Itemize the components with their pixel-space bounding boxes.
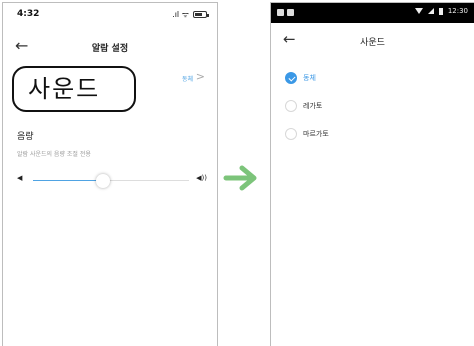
status-time: 12:30 xyxy=(447,7,468,15)
status-icons: .ıl ᯤ xyxy=(172,9,209,20)
sound-option-label: 레가토 xyxy=(303,102,323,110)
slider-fill xyxy=(33,180,104,181)
sound-option[interactable]: 마르가토 xyxy=(285,127,329,141)
alarm-settings-screen: 4:32 .ıl ᯤ ← 알람 설정 사운드 동체 > 음량 알람 사운드의 음… xyxy=(2,2,218,346)
notification-icon xyxy=(277,9,284,16)
radio-icon[interactable] xyxy=(285,100,297,112)
volume-description: 알람 사운드의 음량 조절 전용 xyxy=(17,151,91,158)
wifi-icon xyxy=(414,8,423,14)
status-time: 4:32 xyxy=(17,9,40,19)
image-icon xyxy=(287,9,294,16)
radio-check-icon[interactable] xyxy=(285,72,297,84)
page-title: 사운드 xyxy=(360,38,385,48)
battery-icon xyxy=(193,11,209,18)
sound-current-value[interactable]: 동체 xyxy=(182,74,193,83)
slider-knob[interactable] xyxy=(96,174,111,188)
page-title: 알람 설정 xyxy=(91,44,129,54)
status-bar: 4:32 .ıl ᯤ xyxy=(3,3,217,27)
nav-bar: ← 사운드 xyxy=(271,31,474,51)
signal-icon xyxy=(427,8,434,14)
slider-track[interactable] xyxy=(33,174,189,188)
signal-wifi-icon: .ıl ᯤ xyxy=(172,10,189,19)
sound-option-label: 마르가토 xyxy=(303,130,329,138)
status-bar: 12:30 xyxy=(271,3,474,23)
radio-icon[interactable] xyxy=(285,128,297,140)
battery-icon xyxy=(438,7,443,15)
volume-low-icon: ◀ xyxy=(17,174,23,182)
nav-bar: ← 알람 설정 xyxy=(3,35,217,61)
sound-option[interactable]: 동체 xyxy=(285,71,316,85)
volume-title: 음량 xyxy=(17,132,34,142)
volume-slider[interactable]: ◀ ◀)) xyxy=(17,173,207,189)
sound-option-label: 동체 xyxy=(303,74,316,82)
volume-high-icon: ◀)) xyxy=(196,174,207,182)
sound-select-screen: 12:30 ← 사운드 동체 레가토 마르가토 xyxy=(270,2,474,346)
transition-arrow-icon xyxy=(223,165,257,191)
chevron-right-icon[interactable]: > xyxy=(196,70,205,83)
sound-setting-label[interactable]: 사운드 xyxy=(12,66,136,112)
status-icons: 12:30 xyxy=(414,7,468,15)
sound-option[interactable]: 레가토 xyxy=(285,99,322,113)
